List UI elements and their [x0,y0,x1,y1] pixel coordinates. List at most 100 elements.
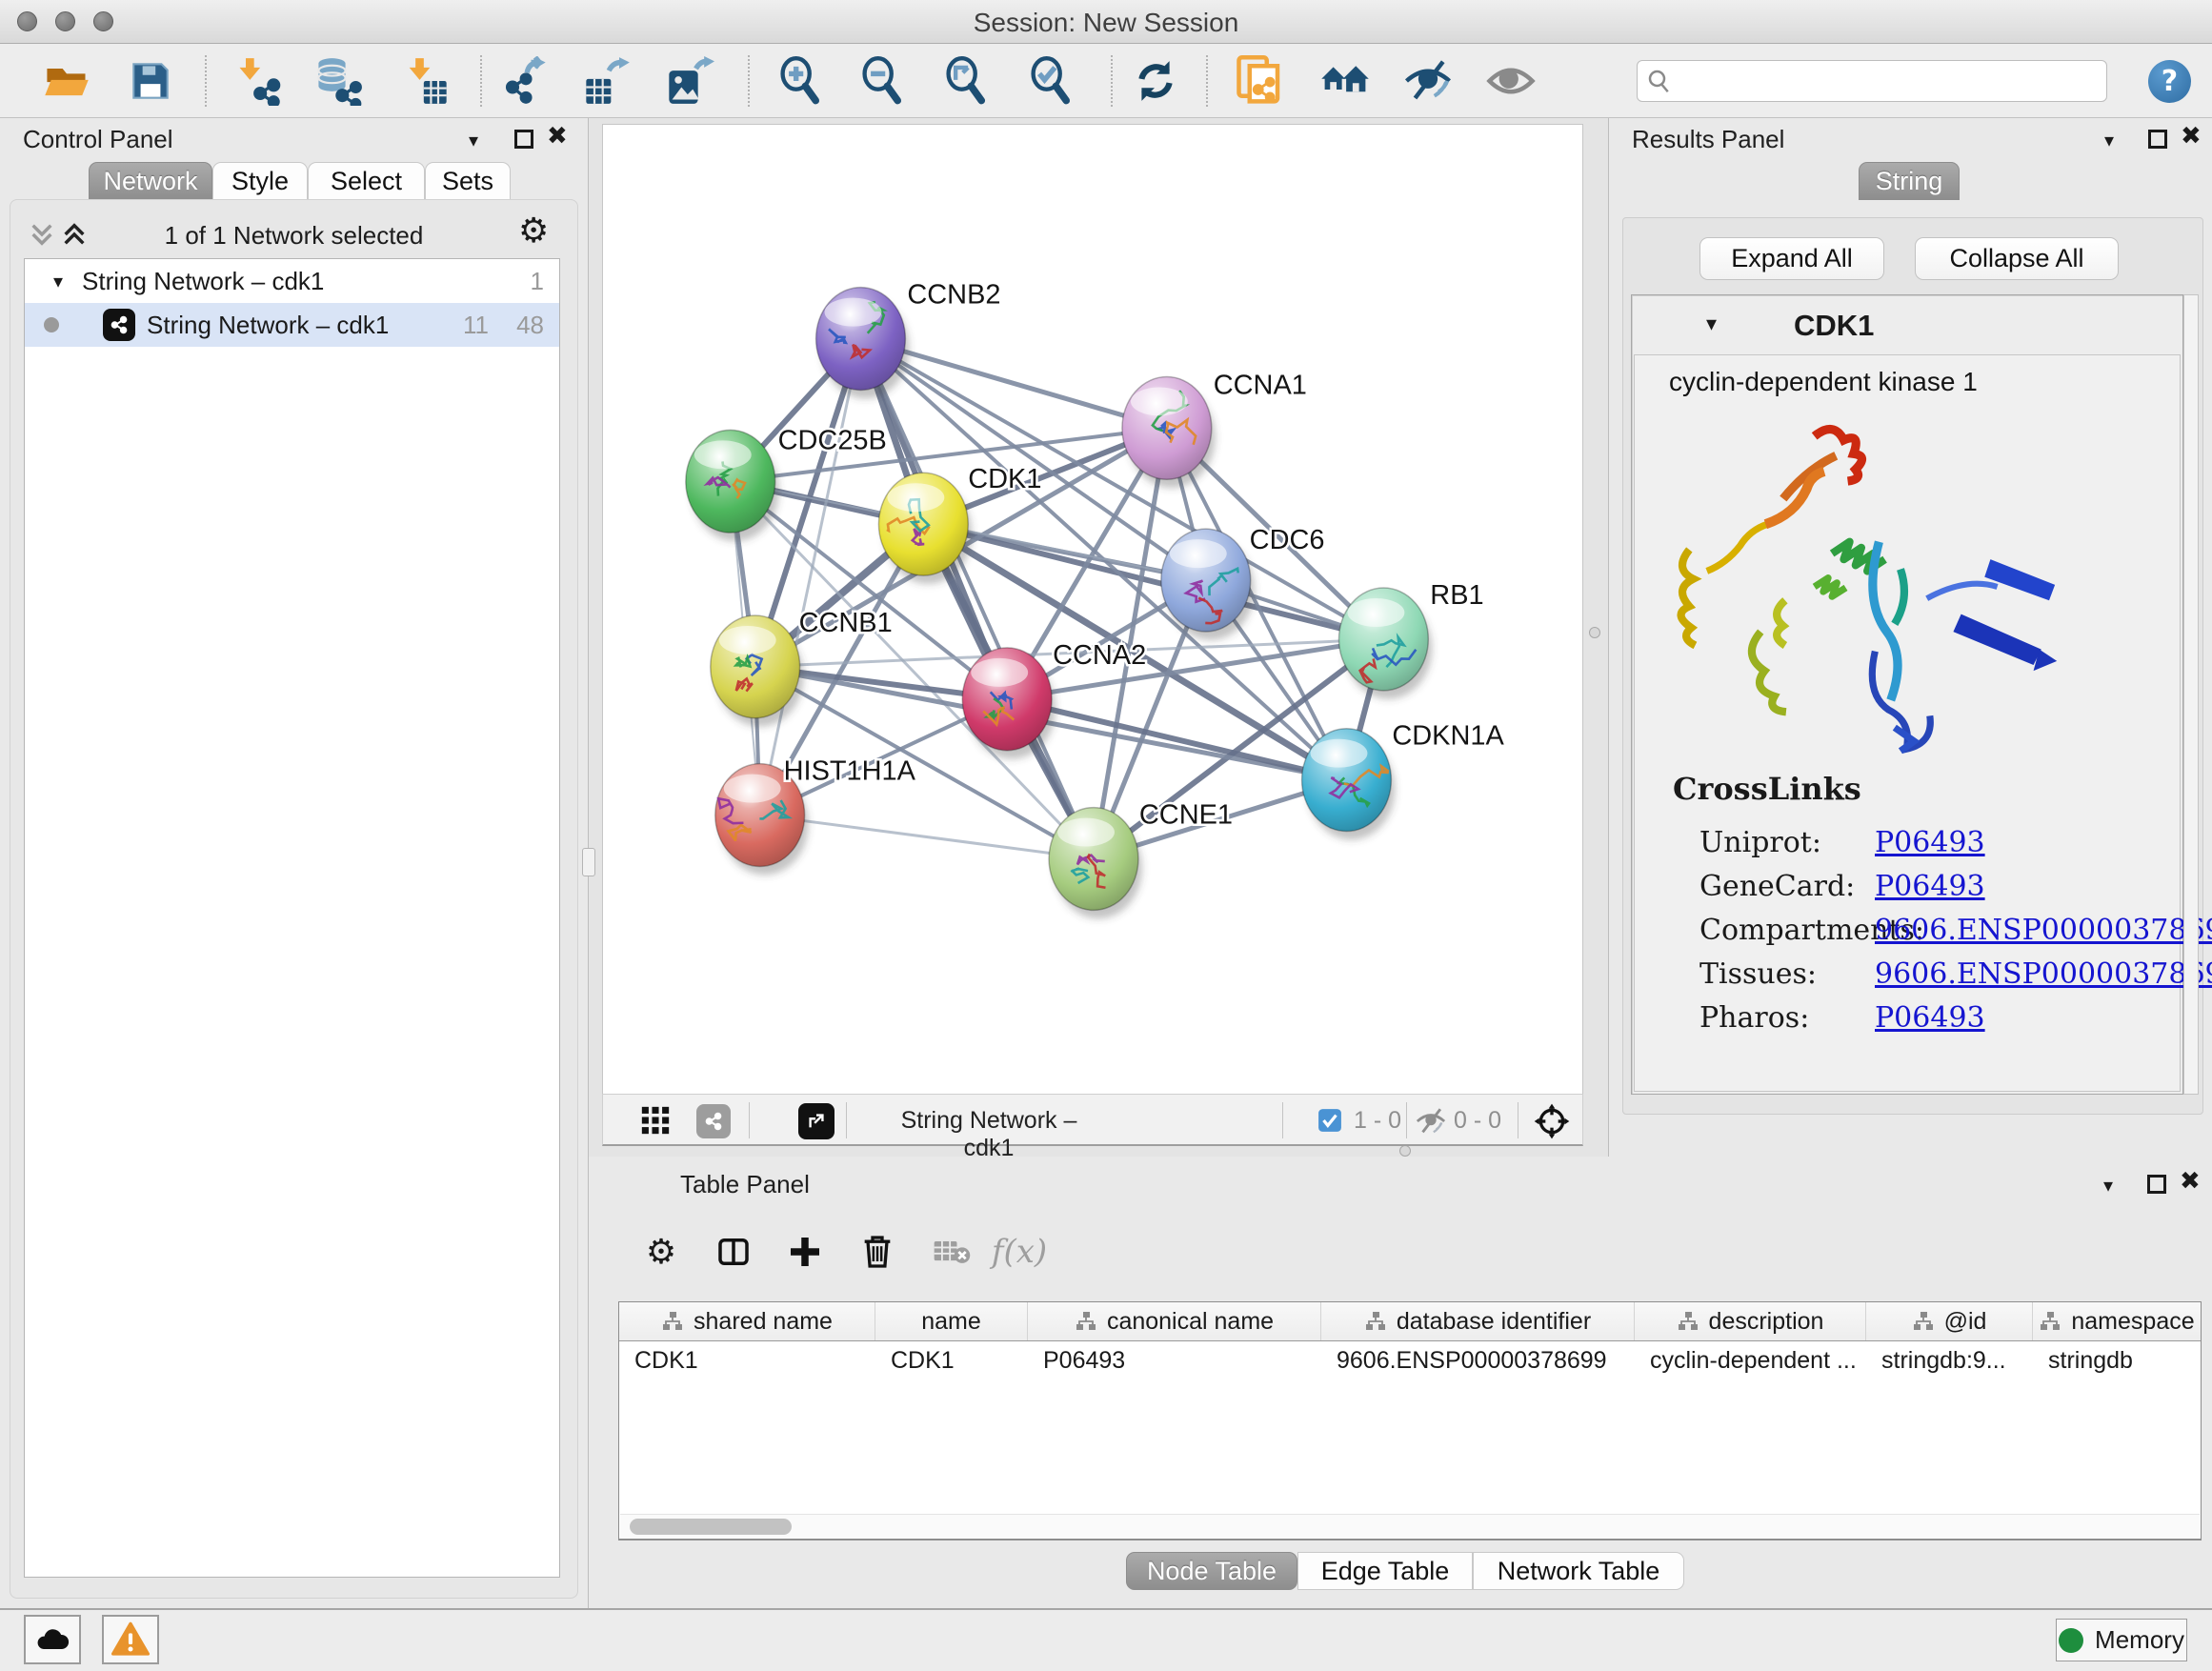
export-table-icon [582,56,632,106]
help-button[interactable]: ? [2148,60,2191,103]
network-current-dot-icon [44,317,59,332]
column-header-database-identifier[interactable]: database identifier [1321,1302,1635,1340]
open-session-button[interactable] [40,54,93,108]
panel-float-icon[interactable] [2147,1175,2166,1194]
export-network-button[interactable] [498,54,552,108]
warnings-button[interactable] [102,1615,159,1664]
column-header-id[interactable]: @id [1866,1302,2033,1340]
panel-menu-icon[interactable]: ▾ [2104,129,2114,151]
network-row-selected[interactable]: String Network – cdk1 11 48 [25,303,559,347]
export-network-icon [500,56,550,106]
grid-view-icon[interactable] [639,1104,672,1137]
panel-float-icon[interactable] [2148,130,2167,149]
export-image-icon [665,56,714,106]
network-node-ccnb1[interactable] [711,615,800,718]
show-columns-icon[interactable] [707,1225,760,1278]
crosslink-link[interactable]: P06493 [1875,870,1985,903]
search-box[interactable] [1637,60,2107,102]
cloud-status-button[interactable] [24,1615,81,1664]
import-table-file-button[interactable] [399,54,452,108]
search-input[interactable] [1681,63,2106,99]
bottom-splitter-handle[interactable] [1399,1145,1411,1157]
show-graphics-details-button[interactable] [1484,54,1538,108]
network-canvas[interactable]: CCNB2CCNA1CDC25BCDK1CDC6RB1CCNB1CCNA2CDK… [603,125,1582,1093]
network-view[interactable]: CCNB2CCNA1CDC25BCDK1CDC6RB1CCNB1CCNA2CDK… [602,124,1583,1094]
table-row[interactable]: CDK1 CDK1 P06493 9606.ENSP00000378699 cy… [619,1341,2201,1379]
column-header-description[interactable]: description [1635,1302,1866,1340]
selected-checkbox-icon[interactable] [1317,1108,1342,1133]
crosslink-link[interactable]: P06493 [1875,826,1985,859]
right-splitter-handle[interactable] [1589,627,1600,638]
gene-collapse-icon[interactable]: ▾ [1706,312,1717,336]
zoom-fit-button[interactable] [939,54,993,108]
footer-separator [749,1102,750,1138]
panel-menu-icon[interactable]: ▾ [469,129,478,151]
tab-string[interactable]: String [1859,162,1960,200]
network-node-cdkn1a[interactable] [1302,729,1392,832]
column-header-namespace[interactable]: namespace [2033,1302,2201,1340]
column-network-icon [1075,1310,1097,1333]
expand-all-button[interactable]: Expand All [1699,237,1884,280]
tab-network-table[interactable]: Network Table [1473,1552,1684,1590]
import-network-file-button[interactable] [231,54,285,108]
network-node-cdk1[interactable] [878,473,968,575]
import-network-database-button[interactable] [312,54,365,108]
string-protocols-button[interactable] [1234,54,1287,108]
save-session-button[interactable] [124,54,177,108]
cloud-icon [33,1621,71,1659]
zoom-in-button[interactable] [774,54,827,108]
network-node-ccna2[interactable] [962,648,1052,751]
expand-all-label: Expand All [1731,244,1853,273]
crosslink-link[interactable]: 9606.ENSP00000378699 [1875,957,2212,991]
export-table-button[interactable] [580,54,633,108]
gene-section-header[interactable]: ▾ CDK1 [1632,303,2182,349]
tab-edge-table[interactable]: Edge Table [1297,1552,1473,1590]
network-node-ccnb2[interactable] [816,288,906,391]
refresh-icon [1132,57,1179,105]
panel-close-icon[interactable]: ✖ [547,122,568,151]
column-header-canonical-name[interactable]: canonical name [1028,1302,1321,1340]
table-options-gear-icon[interactable]: ⚙ [634,1225,688,1278]
string-home-button[interactable] [1318,54,1372,108]
memory-button[interactable]: Memory [2056,1619,2187,1661]
hide-glass-effect-button[interactable] [1401,54,1455,108]
panel-menu-icon[interactable]: ▾ [2103,1174,2113,1197]
crosslink-link[interactable]: 9606.ENSP00000378699 [1875,914,2212,947]
panel-close-icon[interactable]: ✖ [2180,1167,2201,1196]
collapse-all-button[interactable]: Collapse All [1915,237,2119,280]
network-node-rb1[interactable] [1338,588,1428,691]
network-node-ccna1[interactable] [1122,376,1212,479]
birds-eye-crosshair-icon[interactable] [1533,1102,1571,1140]
results-scrollbar[interactable] [2183,294,2199,1095]
table-horizontal-scrollbar[interactable] [620,1514,2200,1538]
crosslink-link[interactable]: P06493 [1875,1001,1985,1035]
left-splitter-handle[interactable] [582,848,595,876]
column-header-name[interactable]: name [875,1302,1028,1340]
toolbar-separator [1206,55,1208,107]
column-header-shared-name[interactable]: shared name [619,1302,875,1340]
tab-node-table[interactable]: Node Table [1126,1552,1297,1590]
delete-column-trash-icon[interactable] [851,1225,904,1278]
network-collection-row[interactable]: ▾ String Network – cdk1 1 [25,259,559,303]
tab-select[interactable]: Select [308,162,425,200]
footer-separator [1406,1102,1407,1138]
export-image-button[interactable] [663,54,716,108]
zoom-selected-button[interactable] [1024,54,1077,108]
panel-close-icon[interactable]: ✖ [2181,122,2202,151]
tab-sets[interactable]: Sets [425,162,511,200]
scrollbar-thumb[interactable] [630,1519,792,1535]
network-options-gear-icon[interactable]: ⚙ [518,211,549,251]
apply-style-refresh-button[interactable] [1129,54,1182,108]
detach-view-icon[interactable] [798,1103,835,1139]
network-node-cdc6[interactable] [1161,529,1251,632]
create-column-icon[interactable] [778,1225,832,1278]
tab-network[interactable]: Network [89,162,212,200]
network-node-cdc25b[interactable] [686,430,775,533]
tab-style[interactable]: Style [212,162,308,200]
collection-expand-icon[interactable]: ▾ [53,270,63,292]
warning-triangle-icon [111,1621,150,1659]
zoom-out-button[interactable] [855,54,909,108]
network-share-view-icon[interactable] [696,1104,731,1138]
panel-float-icon[interactable] [514,130,533,149]
network-node-ccne1[interactable] [1049,808,1138,911]
